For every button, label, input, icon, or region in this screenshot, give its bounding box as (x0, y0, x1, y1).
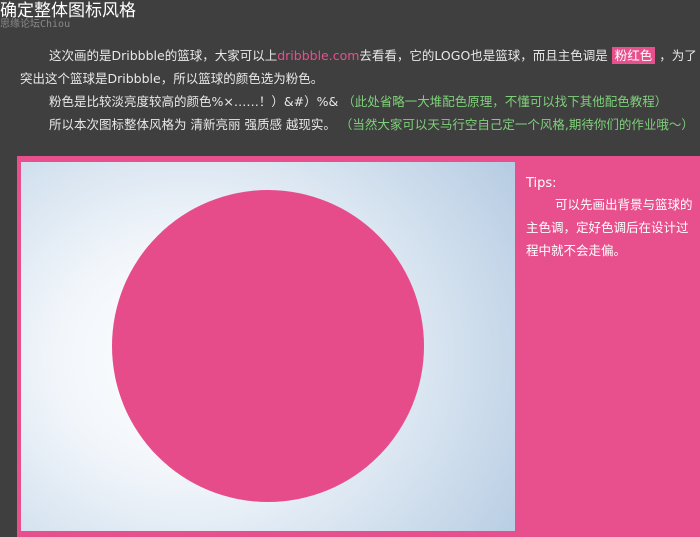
dribbble-link[interactable]: dribbble.com (277, 48, 359, 63)
color-note: （此处省略一大堆配色原理，不懂可以找下其他配色教程） (342, 94, 668, 109)
intro-line-1: 这次画的是Dribbble的篮球，大家可以上dribbble.com去看看，它的… (20, 44, 697, 67)
tips-title: Tips: (526, 176, 557, 191)
style-note: （当然大家可以天马行空自己定一个风格,期待你们的作业哦～） (339, 117, 694, 132)
intro-line-3: 粉色是比较淡亮度较高的颜色%×……！）&#）%& （此处省略一大堆配色原理，不懂… (20, 90, 692, 113)
intro-line-4: 所以本次图标整体风格为 清新亮丽 强质感 越现实。 （当然大家可以天马行空自己定… (20, 113, 694, 136)
canvas-background (21, 162, 515, 531)
highlight-pink: 粉红色 (611, 47, 656, 64)
basketball-base-circle (112, 190, 424, 502)
watermark: 思缘论坛Chiou (0, 19, 71, 30)
intro-line-1-text: 这次画的是Dribbble的篮球，大家可以上 (49, 48, 278, 63)
intro-line-1-end: ，为了 (659, 48, 697, 63)
intro-text: 这次画的是Dribbble的篮球，大家可以上dribbble.com去看看，它的… (20, 44, 697, 136)
preview-frame: Tips: 可以先画出背景与篮球的主色调，定好色调后在设计过程中就不会走偏。 (17, 156, 700, 537)
intro-line-1-text-2: 去看看，它的LOGO也是篮球，而且主色调是 (359, 48, 608, 63)
intro-line-3-text: 粉色是比较淡亮度较高的颜色%×……！）&#）%& (49, 94, 339, 109)
tips-body: 可以先画出背景与篮球的主色调，定好色调后在设计过程中就不会走偏。 (526, 197, 693, 258)
tips-panel: Tips: 可以先画出背景与篮球的主色调，定好色调后在设计过程中就不会走偏。 (526, 176, 694, 262)
intro-line-4-text: 所以本次图标整体风格为 清新亮丽 强质感 越现实。 (49, 117, 336, 132)
intro-line-2: 突出这个篮球是Dribbble，所以篮球的颜色选为粉色。 (20, 71, 324, 86)
